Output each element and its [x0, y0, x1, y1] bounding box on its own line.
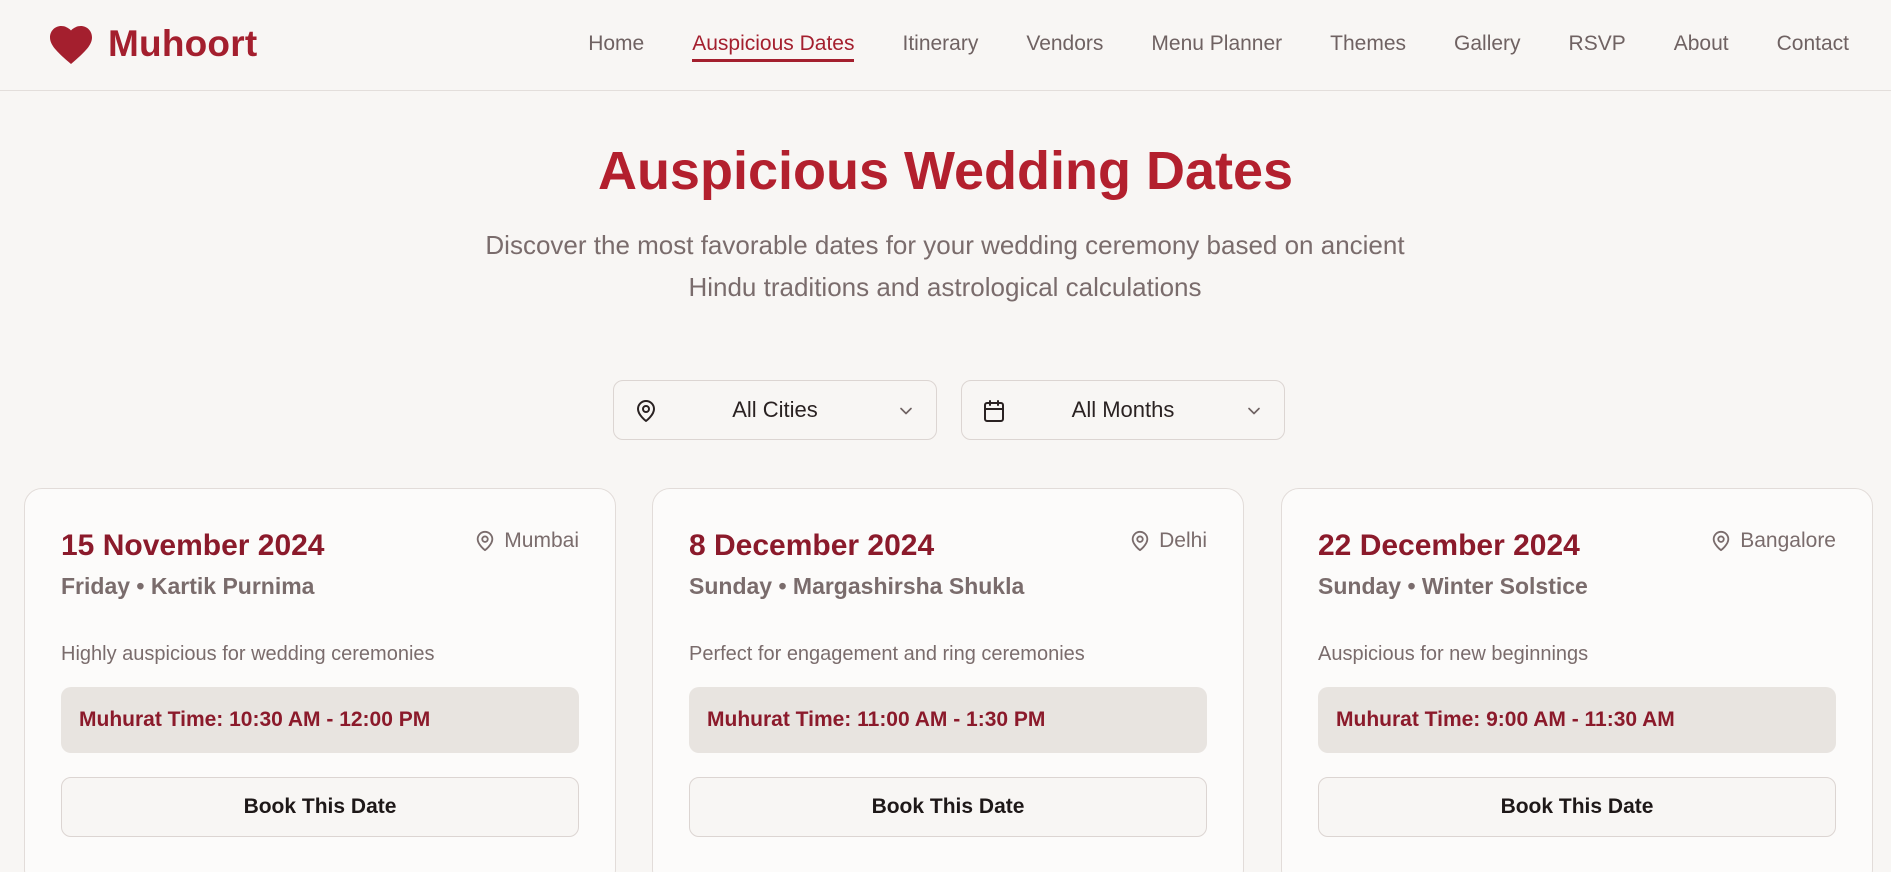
page-subtitle-line2: Hindu traditions and astrological calcul…	[688, 272, 1202, 302]
map-pin-icon	[1131, 530, 1149, 552]
card-date: 22 December 2024	[1318, 529, 1580, 562]
muhurat-time: Muhurat Time: 9:00 AM - 11:30 AM	[1318, 687, 1836, 753]
card-location-label: Delhi	[1159, 529, 1207, 552]
nav-contact[interactable]: Contact	[1777, 32, 1849, 56]
book-date-button[interactable]: Book This Date	[61, 777, 579, 837]
chevron-down-icon	[900, 407, 912, 415]
heart-icon	[50, 26, 92, 65]
nav-auspicious-dates[interactable]: Auspicious Dates	[692, 32, 855, 62]
brand-name: Muhoort	[108, 23, 258, 64]
date-card: 8 December 2024 Delhi Sunday • Margashir…	[652, 488, 1244, 872]
nav-about[interactable]: About	[1674, 32, 1729, 56]
page-subtitle-line1: Discover the most favorable dates for yo…	[485, 230, 1405, 260]
date-card: 15 November 2024 Mumbai Friday • Kartik …	[24, 488, 616, 872]
month-filter-value: All Months	[1071, 397, 1175, 422]
nav-rsvp[interactable]: RSVP	[1569, 32, 1626, 56]
card-description: Perfect for engagement and ring ceremoni…	[689, 643, 1085, 665]
nav-vendors[interactable]: Vendors	[1026, 32, 1103, 56]
month-filter-select[interactable]: All Months	[961, 380, 1285, 440]
logo[interactable]: Muhoort	[48, 20, 257, 68]
card-location-label: Mumbai	[504, 529, 579, 552]
city-filter-select[interactable]: All Cities	[613, 380, 937, 440]
site-header: Muhoort Home Auspicious Dates Itinerary …	[0, 0, 1891, 91]
card-day-info: Sunday • Winter Solstice	[1318, 573, 1588, 599]
card-location: Mumbai	[474, 529, 579, 553]
calendar-icon	[984, 400, 1004, 422]
card-location: Delhi	[1129, 529, 1207, 553]
muhurat-time: Muhurat Time: 10:30 AM - 12:00 PM	[61, 687, 579, 753]
nav-itinerary[interactable]: Itinerary	[902, 32, 978, 56]
chevron-down-icon	[1248, 407, 1260, 415]
book-date-button[interactable]: Book This Date	[1318, 777, 1836, 837]
card-description: Highly auspicious for wedding ceremonies	[61, 643, 435, 665]
card-day-info: Sunday • Margashirsha Shukla	[689, 573, 1025, 599]
muhurat-time: Muhurat Time: 11:00 AM - 1:30 PM	[689, 687, 1207, 753]
page-title: Auspicious Wedding Dates	[597, 141, 1294, 201]
book-date-button[interactable]: Book This Date	[689, 777, 1207, 837]
card-date: 8 December 2024	[689, 529, 935, 562]
card-date: 15 November 2024	[61, 529, 325, 562]
nav-menu-planner[interactable]: Menu Planner	[1151, 32, 1282, 56]
city-filter-value: All Cities	[732, 397, 818, 422]
date-card: 22 December 2024 Bangalore Sunday • Wint…	[1281, 488, 1873, 872]
card-location-label: Bangalore	[1740, 529, 1836, 552]
map-pin-icon	[637, 400, 655, 422]
map-pin-icon	[1713, 530, 1730, 552]
page-subtitle: Discover the most favorable dates for yo…	[445, 224, 1445, 308]
card-location: Bangalore	[1710, 529, 1836, 553]
nav-gallery[interactable]: Gallery	[1454, 32, 1521, 56]
main-nav: Home Auspicious Dates Itinerary Vendors …	[588, 26, 1849, 62]
map-pin-icon	[477, 530, 494, 552]
nav-themes[interactable]: Themes	[1330, 32, 1406, 56]
card-day-info: Friday • Kartik Purnima	[61, 573, 315, 599]
card-description: Auspicious for new beginnings	[1318, 643, 1589, 665]
nav-home[interactable]: Home	[588, 32, 644, 56]
